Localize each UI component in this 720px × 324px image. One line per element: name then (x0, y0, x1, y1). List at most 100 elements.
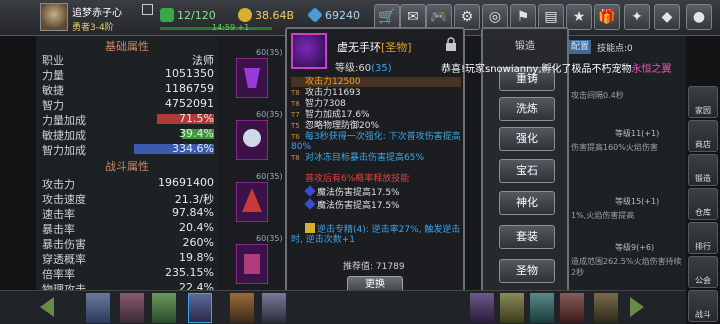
item-stat-line: 逆击专精(4): 逆击率27%, 触发逆击时, 逆击次数+1 (291, 223, 461, 245)
equipment-icon (236, 58, 268, 98)
item-stat-line: 攻击力12500 (291, 77, 461, 87)
stat-tier: T8 (291, 89, 300, 97)
left-edge (0, 36, 36, 290)
nav-guild[interactable]: 公会 (688, 256, 718, 288)
stat-tier: T8 (291, 154, 300, 162)
attr-row: 敏捷 1186759 (42, 82, 214, 97)
nav-battle[interactable]: 战斗 (688, 290, 718, 322)
attr-row-bar: 智力加成 334.6% (42, 142, 214, 157)
attr-row: 穿透概率 19.8% (42, 251, 214, 266)
attr-row: 攻击速度 21.3/秒 (42, 193, 214, 206)
skill-desc: 造成范围262.5%火焰伤害持续2秒 (571, 257, 682, 277)
hero-portrait[interactable] (152, 293, 176, 323)
attr-row-bar: 力量加成 71.5% (42, 112, 214, 127)
equipment-slot[interactable]: 60(35) (232, 48, 283, 110)
attr-row: 暴击伤害 260% (42, 236, 214, 251)
nav-forge[interactable]: 锻造 (688, 154, 718, 186)
hero-portrait[interactable] (594, 293, 618, 323)
hero-portrait[interactable] (120, 293, 144, 323)
equipment-icon (236, 244, 268, 284)
relic-button[interactable]: 圣物 (499, 259, 555, 283)
set-bonus-icon (305, 223, 315, 233)
item-stat-line: 魔法伤害提高17.5% (291, 198, 461, 211)
deify-button[interactable]: 神化 (499, 191, 555, 215)
gift-button[interactable]: 🎁 (594, 4, 620, 30)
equipment-icon (236, 120, 268, 160)
skill-level: 等级15(+1) (615, 197, 660, 206)
hero-portrait[interactable] (530, 293, 554, 323)
enhance-button[interactable]: 强化 (499, 127, 555, 151)
hero-portrait[interactable] (86, 293, 110, 323)
item-stat-line: T6 每3秒获得一次强化: 下次普攻伤害提高80% (291, 132, 461, 152)
player-name: 追梦赤子心 (72, 8, 122, 19)
hero-bar (0, 290, 686, 324)
item-name: 虚无手环[圣物] (337, 41, 412, 54)
item-stat-line: T7 智力加成17.6% (291, 110, 461, 120)
edit-icon[interactable] (142, 4, 153, 15)
right-navigation: 家园 商店 锻造 仓库 排行 公会 战斗 (686, 36, 720, 324)
equipment-column: 60(35) 60(35) 60(35) 60(35) (218, 36, 286, 290)
player-avatar[interactable] (40, 3, 68, 31)
gem-icon (307, 7, 323, 23)
stat-tier: T8 (291, 100, 300, 108)
gold-counter: 38.64В (238, 7, 294, 23)
nav-warehouse[interactable]: 仓库 (688, 188, 718, 220)
bracelet-icon (291, 33, 327, 69)
stat-text: 魔法伤害提高17.5% (317, 201, 400, 211)
egg-button[interactable]: ● (686, 4, 712, 30)
stat-text: 对冰冻目标暴击伤害提高65% (305, 153, 425, 163)
item-level: 等级:60(35) (335, 63, 392, 74)
equipment-slot[interactable]: 60(35) (232, 110, 283, 172)
item-stat-line: T8 智力7308 (291, 99, 461, 109)
equipment-slot[interactable]: 60(35) (232, 172, 283, 234)
nav-home[interactable]: 家园 (688, 86, 718, 118)
attr-row: 职业 法师 (42, 54, 214, 67)
equipment-icon (236, 182, 268, 222)
skill-desc: 攻击间隔0.4秒 (571, 91, 624, 100)
item-stat-line: 普攻后有6%概率释放技能 (291, 174, 461, 184)
pet-button[interactable]: ◆ (654, 4, 680, 30)
config-tab[interactable]: 配置 (569, 40, 591, 54)
skill-points: 技能点:0 (597, 44, 633, 54)
set-button[interactable]: 套装 (499, 225, 555, 249)
equipment-slot[interactable]: 60(35) (232, 234, 283, 296)
hero-portrait[interactable] (188, 293, 212, 323)
nav-shop[interactable]: 商店 (688, 120, 718, 152)
attribute-panel: 基础属性 职业 法师 力量 1051350 敏捷 1186759 智力 4752… (36, 36, 218, 290)
skill-desc: 伤害提高160%火焰伤害 (571, 143, 658, 152)
refine-button[interactable]: 洗炼 (499, 97, 555, 121)
attr-row: 智力 4752091 (42, 97, 214, 112)
recommend-score: 推荐值: 71789 (343, 262, 405, 272)
skill-level: 等级9(+6) (615, 243, 655, 252)
stat-text: 忽略物理防御20% (305, 121, 380, 131)
bookmark-button[interactable]: ★ (566, 4, 592, 30)
item-detail-popup: 虚无手环[圣物] 等级:60(35) 攻击力12500 T8 攻击力11693 T8 智… (285, 27, 465, 297)
skill-desc: 1%,火焰伤害提高 (571, 211, 635, 220)
exp-timer: 14:59 +1 (212, 23, 250, 32)
scroll-right-arrow-icon[interactable] (630, 297, 644, 317)
attr-row: 速击率 97.84% (42, 206, 214, 221)
stat-text: 智力加成17.6% (305, 110, 370, 120)
gem-button[interactable]: 宝石 (499, 159, 555, 183)
coin-icon (238, 8, 252, 22)
combat-attributes-title: 战斗属性 (105, 160, 149, 173)
attr-row: 攻击力 19691400 (42, 176, 214, 191)
hero-portrait[interactable] (470, 293, 494, 323)
hero-portrait[interactable] (500, 293, 524, 323)
nav-ranking[interactable]: 排行 (688, 222, 718, 254)
lock-icon[interactable] (445, 37, 457, 51)
scroll-left-arrow-icon[interactable] (40, 297, 54, 317)
item-stat-line: T8 对冰冻目标暴击伤害提高65% (291, 153, 461, 163)
stat-text: 智力7308 (305, 99, 346, 109)
system-notice: 恭喜!玩家snowianny,孵化了极品不朽宠物永恒之翼 (441, 64, 672, 75)
energy-counter: 12/120 (160, 7, 216, 23)
hero-portrait[interactable] (560, 293, 584, 323)
hero-portrait[interactable] (230, 293, 254, 323)
stat-tier: T5 (291, 122, 300, 130)
stat-tier: T7 (291, 111, 300, 119)
stat-text: 攻击力11693 (305, 88, 361, 98)
attr-row-bar: 敏捷加成 39.4% (42, 127, 214, 142)
event-button[interactable]: ✦ (624, 4, 650, 30)
hero-portrait[interactable] (262, 293, 286, 323)
item-stat-line: 魔法伤害提高17.5% (291, 185, 461, 198)
